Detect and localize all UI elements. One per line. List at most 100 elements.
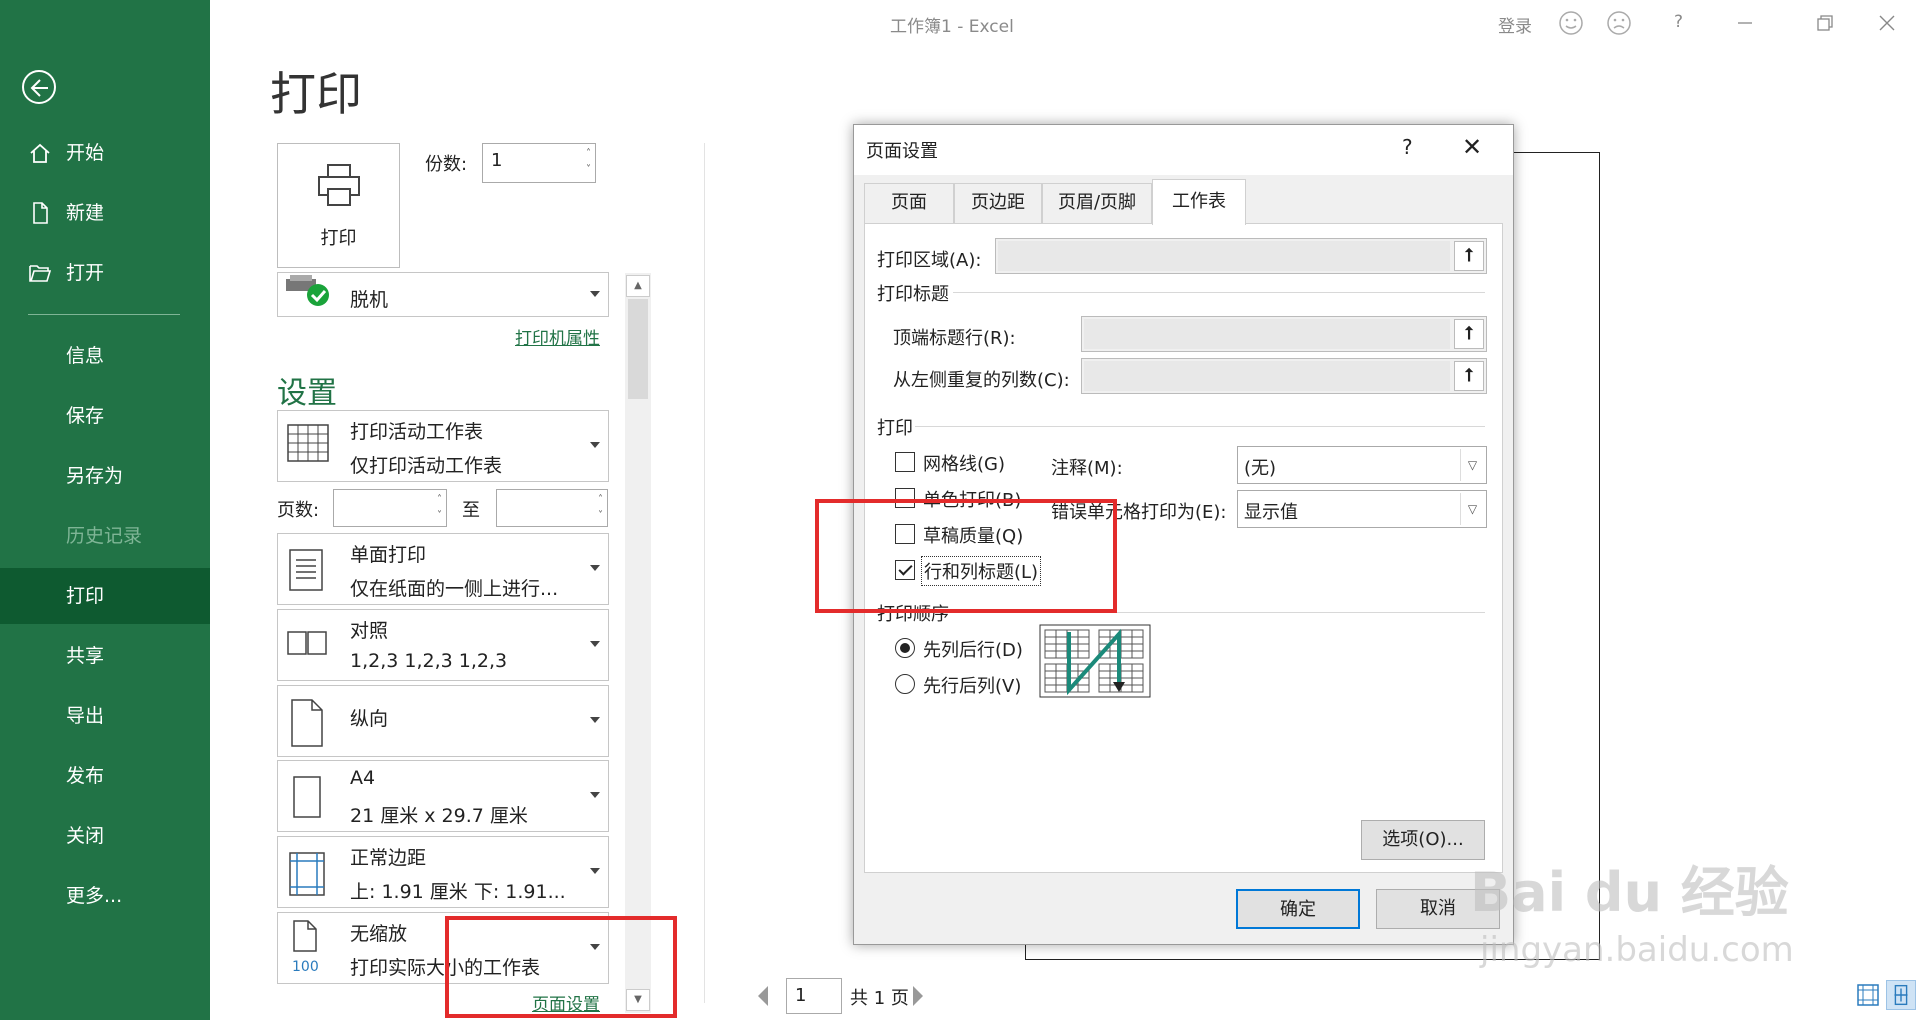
dialog-help-icon[interactable]: ? xyxy=(1402,135,1413,159)
cell-errors-select[interactable]: 显示值 ▽ xyxy=(1237,490,1487,528)
nav-item-new[interactable]: 新建 xyxy=(0,185,210,241)
row-column-headings-label[interactable]: 行和列标题(L) xyxy=(921,556,1042,586)
option-subtitle: 打印实际大小的工作表 xyxy=(350,957,541,979)
paper-size-select[interactable]: A4 21 厘米 x 29.7 厘米 xyxy=(277,760,609,832)
cell-errors-label: 错误单元格打印为(E): xyxy=(1051,502,1227,523)
nav-label: 打印 xyxy=(66,585,105,607)
nav-item-open[interactable]: 打开 xyxy=(0,245,210,301)
options-button[interactable]: 选项(O)... xyxy=(1361,820,1485,860)
option-title: A4 xyxy=(350,767,376,789)
group-divider xyxy=(915,426,1485,427)
watermark-brand: Bai du 经验 xyxy=(1470,861,1789,924)
chevron-down-icon xyxy=(590,442,600,448)
option-subtitle: 1,2,3 1,2,3 1,2,3 xyxy=(350,650,508,672)
draft-quality-label[interactable]: 草稿质量(Q) xyxy=(923,522,1023,548)
black-and-white-checkbox[interactable] xyxy=(895,488,915,508)
pages-to-input[interactable]: ˄ ˅ xyxy=(496,489,608,527)
page-setup-link[interactable]: 页面设置 xyxy=(532,990,600,1015)
nav-item-home[interactable]: 开始 xyxy=(0,125,210,181)
collapse-dialog-icon[interactable]: ⭡ xyxy=(1454,361,1484,391)
rows-to-repeat-input[interactable]: ⭡ xyxy=(1081,316,1487,352)
collate-select[interactable]: 对照 1,2,3 1,2,3 1,2,3 xyxy=(277,609,609,681)
print-button[interactable]: 打印 xyxy=(277,143,400,268)
minimize-icon[interactable] xyxy=(1732,10,1758,36)
dialog-close-icon[interactable]: ✕ xyxy=(1462,133,1482,161)
option-subtitle: 21 厘米 x 29.7 厘米 xyxy=(350,805,528,827)
printer-select[interactable]: 脱机 xyxy=(277,272,609,317)
over-then-down-radio[interactable] xyxy=(895,674,915,694)
comments-label: 注释(M): xyxy=(1051,458,1123,479)
sides-select[interactable]: 单面打印 仅在纸面的一侧上进行... xyxy=(277,533,609,605)
down-then-over-label[interactable]: 先列后行(D) xyxy=(923,636,1023,662)
copies-stepper[interactable]: 1 ˄ ˅ xyxy=(482,143,596,183)
previous-page-icon[interactable] xyxy=(758,986,768,1006)
tab-page[interactable]: 页面 xyxy=(864,183,954,223)
down-then-over-radio[interactable] xyxy=(895,638,915,658)
login-link[interactable]: 登录 xyxy=(1498,12,1532,37)
scroll-down-icon[interactable]: ▼ xyxy=(626,989,650,1011)
option-title: 纵向 xyxy=(350,708,389,730)
zoom-to-page-icon[interactable] xyxy=(1886,980,1916,1010)
stepper-arrows-icon[interactable]: ˄ ˅ xyxy=(598,492,603,524)
ok-button[interactable]: 确定 xyxy=(1236,889,1360,929)
nav-label: 保存 xyxy=(66,405,105,427)
nav-label: 信息 xyxy=(66,345,105,367)
gridlines-checkbox[interactable] xyxy=(895,452,915,472)
help-icon[interactable]: ? xyxy=(1674,12,1683,32)
printer-properties-link[interactable]: 打印机属性 xyxy=(515,324,600,349)
collapse-dialog-icon[interactable]: ⭡ xyxy=(1454,241,1484,271)
row-column-headings-checkbox[interactable] xyxy=(895,560,915,580)
nav-item-save[interactable]: 保存 xyxy=(0,388,210,444)
black-and-white-label[interactable]: 单色打印(B) xyxy=(923,486,1021,512)
next-page-icon[interactable] xyxy=(913,986,923,1006)
smile-icon[interactable] xyxy=(1558,10,1584,36)
settings-scrollbar[interactable]: ▲ ▼ xyxy=(625,273,651,1013)
over-then-down-label[interactable]: 先行后列(V) xyxy=(923,672,1021,698)
frown-icon[interactable] xyxy=(1606,10,1632,36)
tab-margins[interactable]: 页边距 xyxy=(954,183,1042,223)
orientation-select[interactable]: 纵向 xyxy=(277,685,609,757)
nav-item-save-as[interactable]: 另存为 xyxy=(0,448,210,504)
draft-quality-checkbox[interactable] xyxy=(895,524,915,544)
print-area-label: 打印区域(A): xyxy=(877,250,982,271)
copies-label: 份数: xyxy=(425,154,468,175)
stepper-arrows-icon[interactable]: ˄ ˅ xyxy=(437,492,442,524)
backstage-nav: 开始 新建 打开 信息 保存 另存为 历史记录 打印 共享 导出 发布 关闭 更… xyxy=(0,0,210,1020)
nav-item-info[interactable]: 信息 xyxy=(0,328,210,384)
tab-header-footer[interactable]: 页眉/页脚 xyxy=(1042,183,1152,223)
close-window-icon[interactable] xyxy=(1874,10,1900,36)
nav-item-more[interactable]: 更多... xyxy=(0,868,210,924)
columns-to-repeat-input[interactable]: ⭡ xyxy=(1081,358,1487,394)
tab-sheet[interactable]: 工作表 xyxy=(1152,179,1246,225)
nav-label: 新建 xyxy=(66,202,105,224)
option-title: 无缩放 xyxy=(350,923,408,945)
nav-item-history: 历史记录 xyxy=(0,508,210,564)
nav-label: 开始 xyxy=(66,142,105,164)
page-number-input[interactable]: 1 xyxy=(786,978,842,1014)
group-divider xyxy=(953,292,1485,293)
print-what-select[interactable]: 打印活动工作表 仅打印活动工作表 xyxy=(277,410,609,482)
chevron-down-icon xyxy=(590,944,600,950)
nav-item-publish[interactable]: 发布 xyxy=(0,748,210,804)
nav-item-close[interactable]: 关闭 xyxy=(0,808,210,864)
print-area-input[interactable]: ⭡ xyxy=(995,238,1487,274)
scroll-up-icon[interactable]: ▲ xyxy=(626,275,650,297)
show-margins-icon[interactable] xyxy=(1853,980,1883,1010)
stepper-arrows-icon[interactable]: ˄ ˅ xyxy=(586,146,591,178)
nav-item-share[interactable]: 共享 xyxy=(0,628,210,684)
nav-item-export[interactable]: 导出 xyxy=(0,688,210,744)
watermark-url: jingyan.baidu.com xyxy=(1480,930,1794,970)
margins-select[interactable]: 正常边距 上: 1.91 厘米 下: 1.91... xyxy=(277,836,609,908)
scaling-select[interactable]: 100 无缩放 打印实际大小的工作表 xyxy=(277,912,609,984)
nav-item-print[interactable]: 打印 xyxy=(0,568,210,624)
nav-label: 打开 xyxy=(66,262,105,284)
comments-select[interactable]: (无) ▽ xyxy=(1237,446,1487,484)
comments-value: (无) xyxy=(1244,458,1277,479)
back-arrow-icon[interactable] xyxy=(22,70,56,104)
restore-icon[interactable] xyxy=(1812,10,1838,36)
collapse-dialog-icon[interactable]: ⭡ xyxy=(1454,319,1484,349)
scroll-thumb[interactable] xyxy=(628,299,648,399)
gridlines-label[interactable]: 网格线(G) xyxy=(923,450,1005,476)
pages-from-input[interactable]: ˄ ˅ xyxy=(333,489,447,527)
margins-icon xyxy=(289,852,325,896)
